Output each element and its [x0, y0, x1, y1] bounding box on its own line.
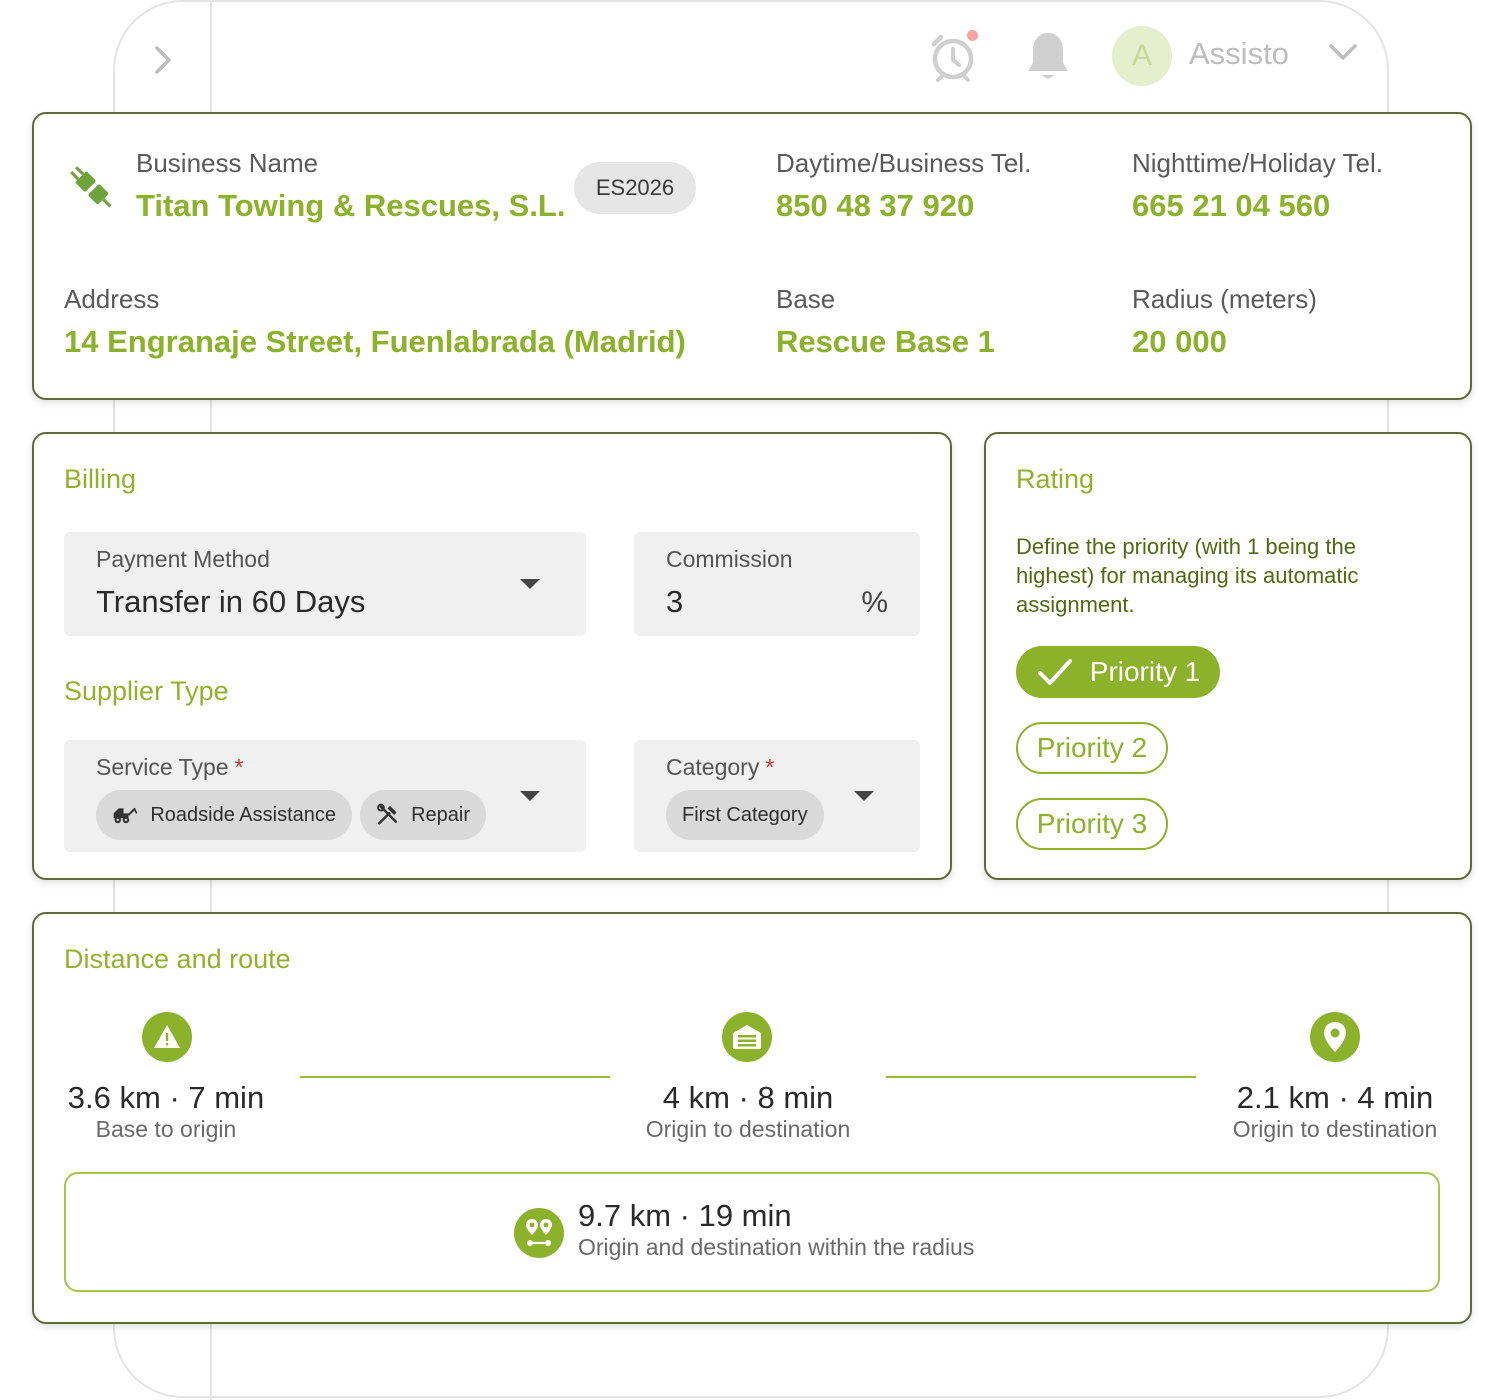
radius-value: 20 000: [1132, 324, 1227, 359]
base-value: Rescue Base 1: [776, 324, 995, 359]
night-tel-value: 665 21 04 560: [1132, 188, 1331, 223]
supplier-info-card: Business Name Titan Towing & Rescues, S.…: [32, 112, 1472, 400]
payment-method-label: Payment Method: [96, 546, 270, 572]
tow-truck-icon: [113, 807, 138, 824]
notifications-button[interactable]: [1022, 28, 1074, 84]
dropdown-caret-icon[interactable]: [854, 791, 874, 801]
sidebar-expand-button[interactable]: [147, 42, 179, 78]
leg-icon-container: [722, 1012, 772, 1062]
chip-label: Repair: [411, 803, 470, 826]
payment-method-value: Transfer in 60 Days: [96, 584, 366, 619]
service-type-label: Service Type *: [96, 754, 244, 780]
avatar[interactable]: A: [1112, 26, 1172, 86]
route-card: Distance and route 3.6 km · 7 min Base t…: [32, 912, 1472, 1324]
address-label: Address: [64, 284, 160, 314]
billing-card: Billing Payment Method Transfer in 60 Da…: [32, 432, 952, 880]
leg-icon-container: [1310, 1012, 1360, 1062]
total-distance: 9.7 km · 19 min: [578, 1198, 792, 1233]
total-icon-container: [514, 1208, 564, 1258]
leg-1-description: Base to origin: [95, 1116, 237, 1142]
chip-repair[interactable]: Repair: [360, 790, 486, 840]
supplier-type-title: Supplier Type: [64, 676, 229, 706]
route-connector: [886, 1076, 1196, 1078]
radius-label: Radius (meters): [1132, 284, 1317, 314]
chip-roadside-assistance[interactable]: Roadside Assistance: [96, 790, 352, 840]
leg-2-description: Origin to destination: [645, 1116, 851, 1142]
dropdown-caret-icon[interactable]: [520, 579, 540, 589]
category-label: Category *: [666, 754, 775, 780]
garage-icon: [733, 1025, 761, 1049]
required-mark: *: [234, 754, 244, 780]
day-tel-label: Daytime/Business Tel.: [776, 148, 1032, 178]
leg-3-description: Origin to destination: [1232, 1116, 1438, 1142]
priority-3-button[interactable]: Priority 3: [1016, 798, 1168, 850]
dropdown-caret-icon[interactable]: [520, 791, 540, 801]
chevron-right-icon: [155, 46, 171, 74]
rating-title: Rating: [1016, 464, 1095, 494]
leg-1-distance: 3.6 km · 7 min: [67, 1080, 265, 1115]
business-name-value: Titan Towing & Rescues, S.L.: [136, 188, 566, 223]
total-description: Origin and destination within the radius: [578, 1234, 975, 1260]
leg-3-distance: 2.1 km · 4 min: [1236, 1080, 1434, 1115]
chip-label: Roadside Assistance: [150, 803, 336, 826]
priority-label: Priority 1: [1089, 656, 1201, 687]
avatar-initial: A: [1131, 39, 1152, 72]
address-value: 14 Engranaje Street, Fuenlabrada (Madrid…: [64, 324, 686, 359]
commission-unit: %: [861, 586, 888, 619]
rating-description: Define the priority (with 1 being the hi…: [1016, 534, 1359, 617]
commission-value[interactable]: 3: [666, 584, 683, 620]
plug-icon: [70, 166, 112, 208]
chip-first-category[interactable]: First Category: [666, 790, 824, 840]
rating-card: Rating Define the priority (with 1 being…: [984, 432, 1472, 880]
route-connector: [300, 1076, 610, 1078]
priority-1-button[interactable]: Priority 1: [1016, 646, 1220, 698]
check-icon: [1037, 659, 1072, 685]
notification-dot: [967, 30, 978, 41]
bell-icon: [1028, 33, 1068, 79]
chip-label: First Category: [682, 803, 808, 826]
commission-field[interactable]: Commission 3 %: [634, 532, 920, 636]
priority-label: Priority 2: [1036, 732, 1148, 763]
route-pins-icon: [526, 1219, 552, 1246]
night-tel-label: Nighttime/Holiday Tel.: [1132, 148, 1383, 178]
chevron-down-icon: [1329, 44, 1357, 60]
billing-title: Billing: [64, 464, 137, 494]
user-name[interactable]: Assisto: [1189, 36, 1289, 72]
leg-icon-container: [142, 1012, 192, 1062]
business-name-label: Business Name: [136, 148, 319, 178]
required-mark: *: [765, 754, 775, 780]
alarm-button[interactable]: [926, 28, 980, 84]
priority-label: Priority 3: [1036, 808, 1148, 839]
user-menu-toggle[interactable]: [1328, 42, 1358, 67]
tools-icon: [377, 803, 398, 825]
category-select[interactable]: Category * First Category: [634, 740, 920, 852]
route-title: Distance and route: [64, 944, 291, 974]
base-label: Base: [776, 284, 836, 314]
warning-triangle-icon: [154, 1025, 180, 1048]
route-total-box: 9.7 km · 19 min Origin and destination w…: [64, 1172, 1440, 1292]
day-tel-value: 850 48 37 920: [776, 188, 975, 223]
supplier-code-badge: ES2026: [574, 162, 696, 214]
payment-method-select[interactable]: Payment Method Transfer in 60 Days: [64, 532, 586, 636]
leg-2-distance: 4 km · 8 min: [662, 1080, 834, 1115]
commission-label: Commission: [666, 546, 793, 572]
map-pin-icon: [1324, 1022, 1346, 1052]
priority-2-button[interactable]: Priority 2: [1016, 722, 1168, 774]
service-type-select[interactable]: Service Type * Roadside Assistance Repair: [64, 740, 586, 852]
